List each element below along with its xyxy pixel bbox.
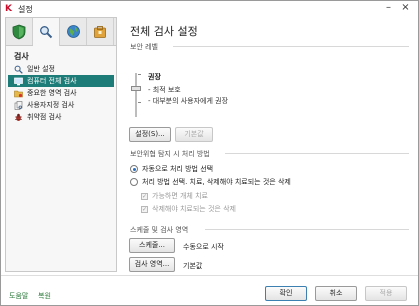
minimize-button[interactable]: – (380, 2, 397, 15)
auto-action-label: 자동으로 처리 방법 선택 (142, 165, 214, 173)
category-tabs (6, 18, 116, 46)
nav-item-vulnerability-scan[interactable]: 취약점 검사 (8, 111, 114, 123)
nav-item-full-scan[interactable]: 컴퓨터 전체 검사 (8, 75, 114, 87)
globe-icon (66, 25, 80, 38)
restore-link[interactable]: 복원 (38, 291, 51, 301)
security-level-slider-thumb[interactable] (131, 86, 141, 91)
threat-action-group-label: 보안위협 탐지 시 처리 방법 (130, 150, 210, 158)
security-level-description: - 대부분의 사용자에게 권장 (148, 97, 229, 105)
footer-divider (1, 275, 418, 276)
title-bar: K 설정 – × (1, 1, 418, 17)
disinfect-label: 가능하면 개체 치료 (152, 192, 208, 200)
shield-icon (12, 24, 26, 39)
radio-selected[interactable] (130, 165, 138, 173)
radio-unselected[interactable] (130, 178, 138, 186)
help-link[interactable]: 도움말 (9, 291, 28, 301)
delete-checkbox-row[interactable]: ✓ 삭제해야 치료되는 것은 삭제 (141, 204, 236, 214)
settings-navigation: 검사 일반 설정 컴퓨터 전체 검사 중요한 영역 검사 사용자지정 검사 취약… (5, 17, 117, 272)
divider (205, 229, 409, 230)
window-title: 설정 (18, 5, 33, 14)
disinfect-checkbox-row[interactable]: ✓ 가능하면 개체 치료 (141, 191, 208, 201)
slider-tick (138, 102, 141, 103)
nav-item-label: 컴퓨터 전체 검사 (27, 77, 77, 85)
security-level-group-label: 보안 레벨 (130, 43, 158, 51)
delete-label: 삭제해야 치료되는 것은 삭제 (152, 205, 236, 213)
close-button[interactable]: × (397, 2, 414, 15)
schedule-value: 수동으로 시작 (183, 243, 224, 251)
select-action-label: 처리 방법 선택. 치료, 삭제해야 치료되는 것은 삭제 (142, 178, 291, 186)
settings-window: K 설정 – × 검사 일반 설정 컴퓨터 전체 검사 중요한 영역 검사 사용… (0, 0, 419, 306)
nav-item-label: 일반 설정 (27, 65, 55, 73)
nav-item-critical-areas[interactable]: 중요한 영역 검사 (8, 87, 114, 99)
box-icon (94, 25, 106, 38)
auto-action-option[interactable]: 자동으로 처리 방법 선택 (130, 164, 213, 174)
default-level-button[interactable]: 기본값 (175, 127, 213, 142)
nav-item-custom-scan[interactable]: 사용자지정 검사 (8, 99, 114, 111)
nav-item-general[interactable]: 일반 설정 (8, 63, 114, 75)
schedule-button[interactable]: 스케줄... (129, 238, 175, 253)
page-title: 전체 검사 설정 (130, 25, 198, 38)
divider (225, 153, 409, 154)
scan-scope-value: 기본값 (183, 262, 203, 270)
tab-protection[interactable] (6, 18, 33, 45)
security-level-name: 권장 (148, 73, 161, 81)
tab-advanced[interactable] (87, 18, 114, 45)
select-action-option[interactable]: 처리 방법 선택. 치료, 삭제해야 치료되는 것은 삭제 (130, 177, 291, 187)
delete-checkbox[interactable]: ✓ (141, 205, 148, 213)
tab-scan[interactable] (33, 18, 60, 46)
folder-icon (14, 89, 23, 98)
computer-icon (14, 77, 23, 86)
documents-icon (14, 100, 23, 110)
magnifier-icon (14, 65, 23, 74)
settings-button[interactable]: 설정(S)... (129, 127, 171, 142)
ok-button[interactable]: 확인 (265, 286, 307, 301)
window-controls: – × (380, 2, 414, 15)
divider (173, 46, 409, 47)
bug-icon (14, 113, 23, 122)
nav-item-label: 취약점 검사 (27, 113, 62, 121)
cancel-button[interactable]: 취소 (315, 286, 357, 301)
magnifier-icon (40, 26, 53, 39)
security-level-slider-track[interactable] (135, 73, 137, 117)
schedule-group-label: 스케줄 및 검사 영역 (130, 226, 189, 234)
security-level-description: - 최적 보호 (148, 86, 181, 94)
disinfect-checkbox[interactable]: ✓ (141, 192, 148, 200)
section-title: 검사 (14, 52, 29, 61)
nav-item-label: 중요한 영역 검사 (27, 89, 77, 97)
scan-scope-button[interactable]: 검사 영역... (129, 257, 175, 272)
kaspersky-logo-icon: K (5, 4, 12, 14)
apply-button[interactable]: 적용 (365, 286, 407, 301)
scan-nav-list: 일반 설정 컴퓨터 전체 검사 중요한 영역 검사 사용자지정 검사 취약점 검… (8, 63, 114, 123)
nav-item-label: 사용자지정 검사 (27, 101, 75, 109)
slider-tick (138, 74, 141, 75)
tab-update[interactable] (60, 18, 87, 45)
